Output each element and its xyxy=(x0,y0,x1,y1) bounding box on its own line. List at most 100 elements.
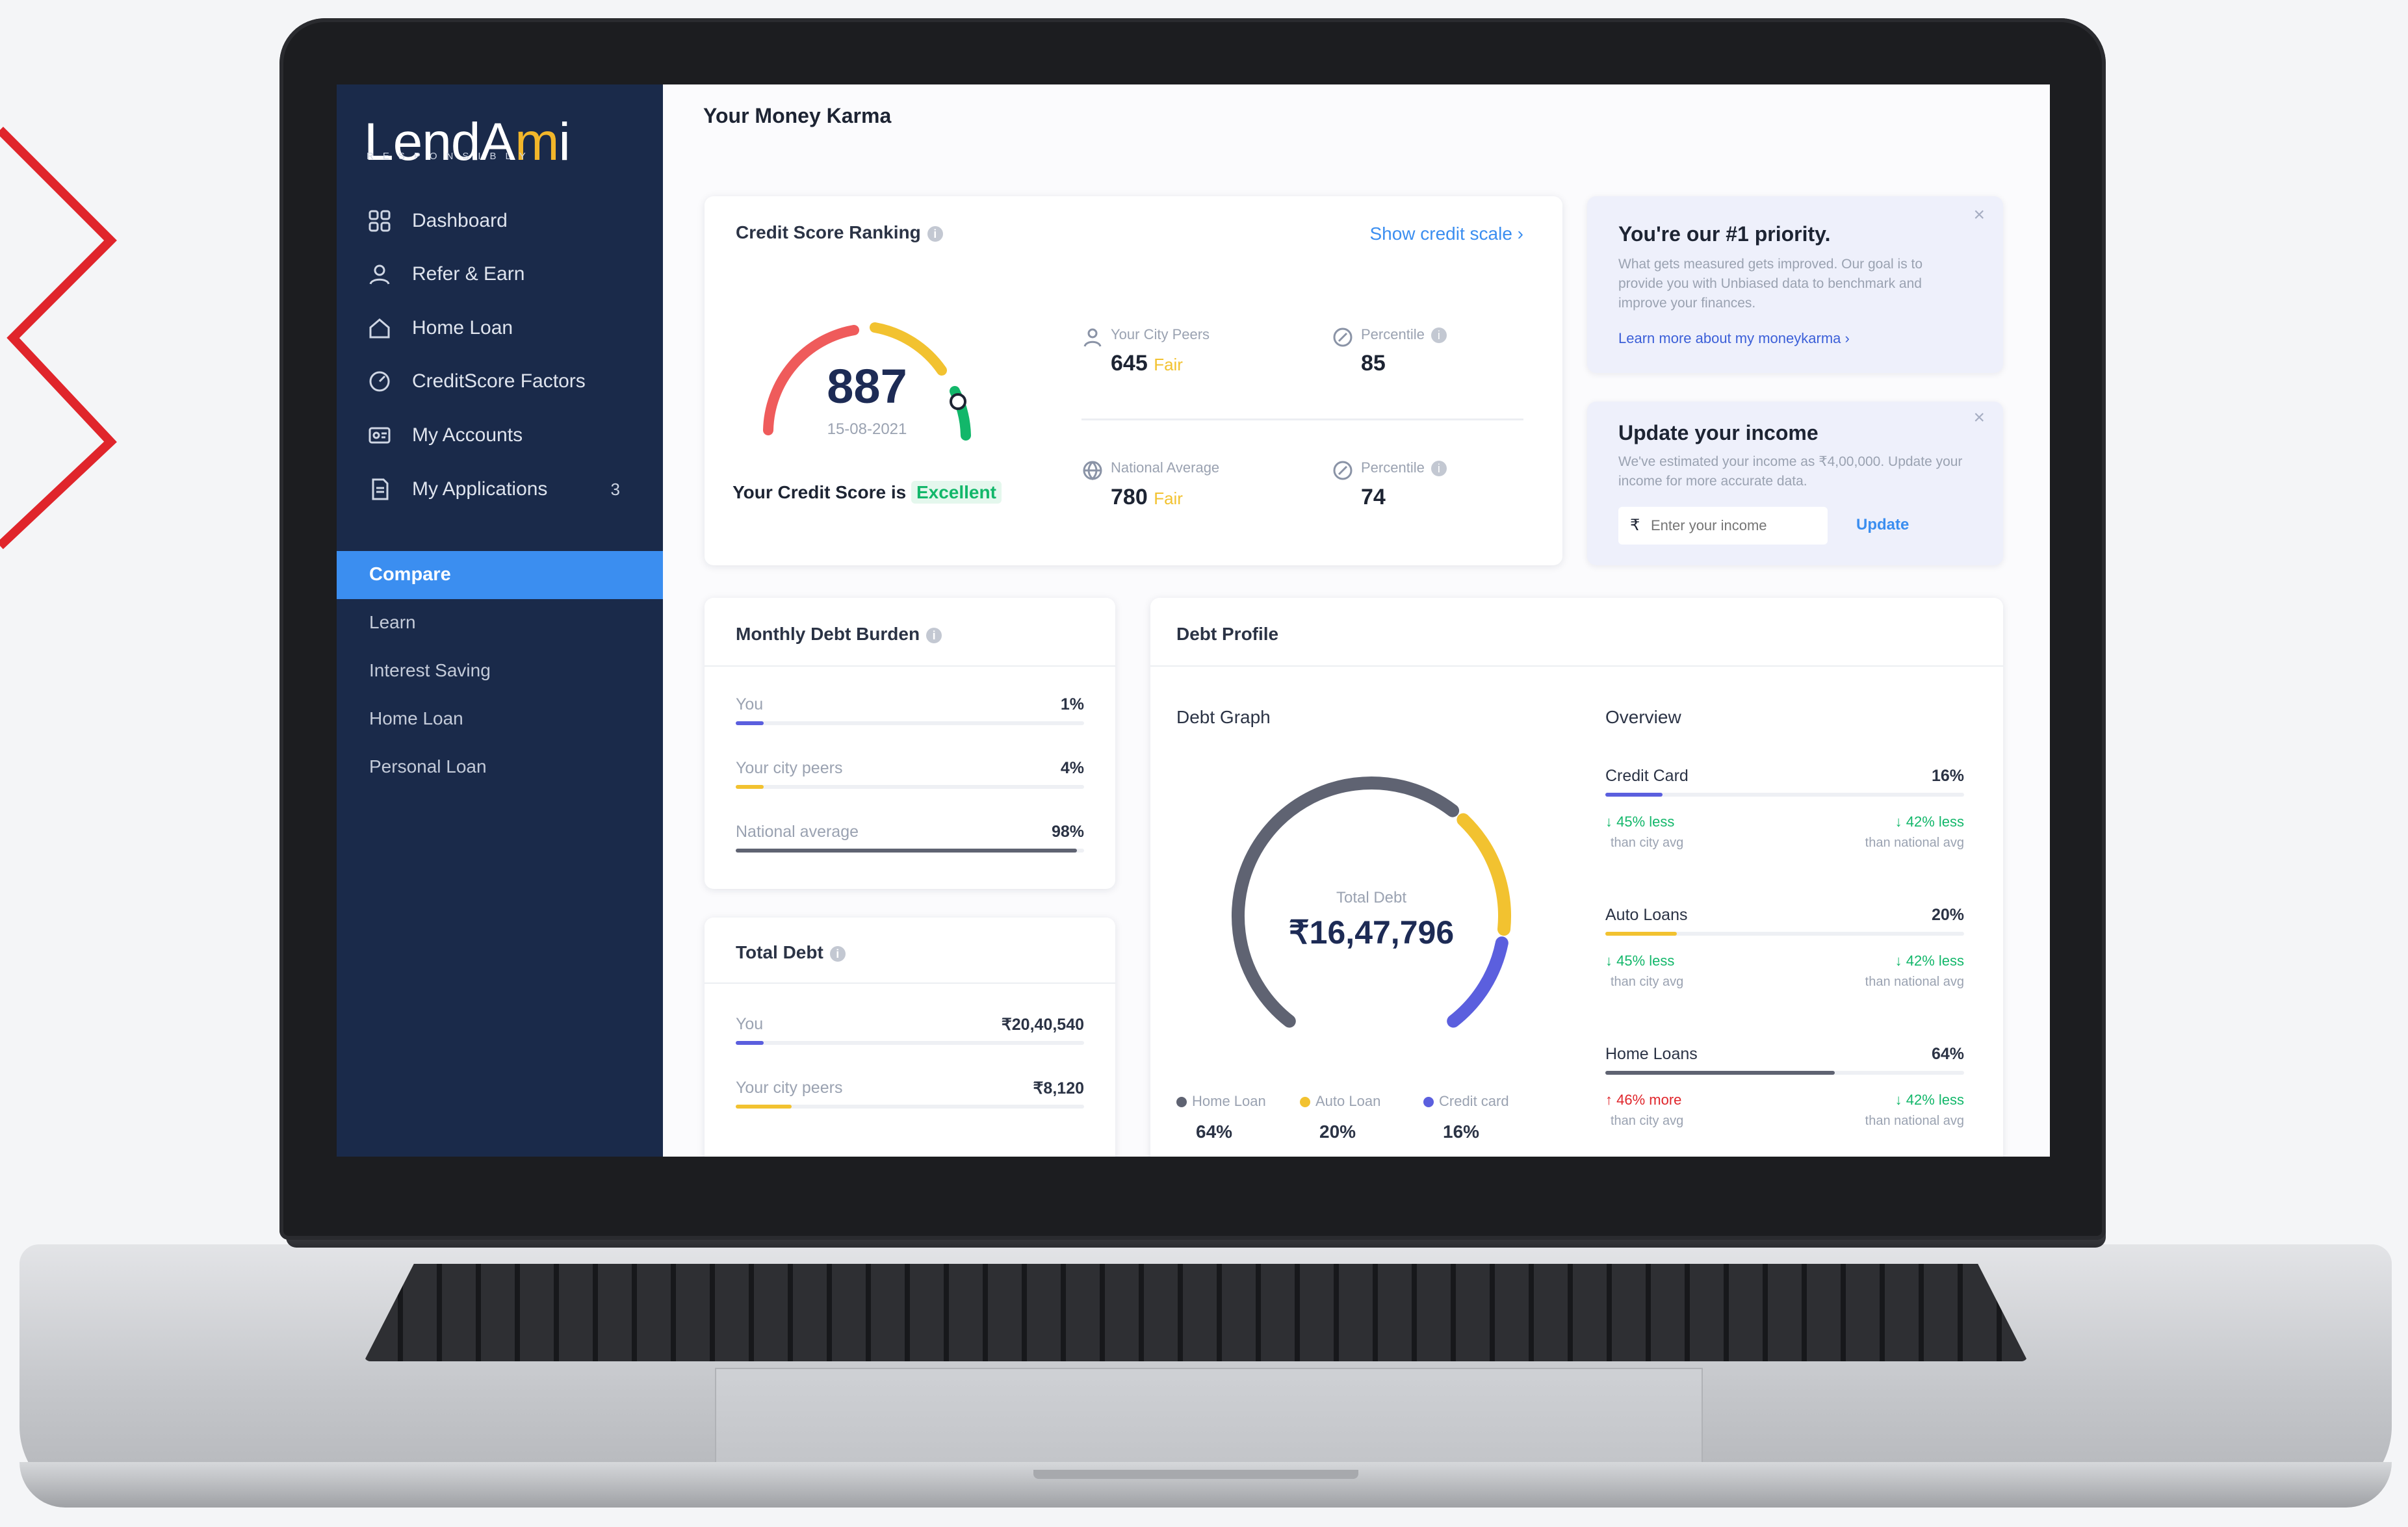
national-comparison-sub: than national avg xyxy=(1865,975,1964,989)
sidebar-item-refer[interactable]: Refer & Earn xyxy=(337,251,663,297)
national-percentile-label: Percentile i xyxy=(1361,459,1447,477)
debt-burden-label: National average xyxy=(736,823,859,841)
sidebar-subitem-learn[interactable]: Learn xyxy=(369,612,416,633)
debt-burden-value: 98% xyxy=(1051,823,1084,841)
info-icon[interactable]: i xyxy=(926,627,942,643)
overview-bar xyxy=(1605,932,1964,936)
legend-value: 20% xyxy=(1319,1122,1356,1142)
national-comparison: ↓ 42% less xyxy=(1895,1092,1964,1108)
logo[interactable]: LendAmi xyxy=(364,112,571,173)
percentile-icon xyxy=(1332,326,1354,352)
total-debt-row-value: ₹20,40,540 xyxy=(1001,1016,1084,1034)
arrow-down-icon: ↓ xyxy=(1895,814,1902,830)
debt-burden-bar xyxy=(736,849,1084,853)
debt-profile-card: Debt Profile Debt Graph Total Debt ₹16,4… xyxy=(1150,598,2003,1157)
overview-value: 20% xyxy=(1931,906,1964,924)
gauge-icon xyxy=(365,367,394,396)
debt-burden-bar xyxy=(736,785,1084,789)
priority-card: × You're our #1 priority. What gets meas… xyxy=(1587,196,2003,373)
debt-legend: Home Loan 64% Auto Loan 20% Credit card … xyxy=(1176,1093,1566,1157)
overview-label: Auto Loans xyxy=(1605,906,1688,924)
city-percentile-value: 85 xyxy=(1361,351,1386,376)
sidebar-item-label: CreditScore Factors xyxy=(412,370,586,392)
sidebar-subitem-personal-loan[interactable]: Personal Loan xyxy=(369,756,487,777)
total-debt-row-value: ₹8,120 xyxy=(1033,1079,1084,1097)
legend-dot xyxy=(1176,1097,1187,1108)
info-icon[interactable]: i xyxy=(1431,461,1447,477)
city-comparison-sub: than city avg xyxy=(1611,1114,1684,1128)
close-icon[interactable]: × xyxy=(1973,407,1985,429)
total-debt-bar xyxy=(736,1105,1084,1109)
total-debt-value: ₹16,47,796 xyxy=(1288,914,1455,951)
sidebar-item-my-accounts[interactable]: My Accounts xyxy=(337,413,663,458)
info-icon[interactable]: i xyxy=(927,225,943,242)
city-comparison: ↓ 45% less xyxy=(1605,953,1675,969)
priority-body: What gets measured gets improved. Our go… xyxy=(1618,257,1923,311)
credit-score-value: 887 xyxy=(827,359,907,413)
city-comparison: ↑ 46% more xyxy=(1605,1092,1682,1108)
main-content: Your Money Karma Credit Score Ranking i S… xyxy=(663,84,2050,1157)
monthly-debt-title: Monthly Debt Burden i xyxy=(736,624,942,645)
national-percentile-value: 74 xyxy=(1361,485,1386,509)
legend-item: Home Loan xyxy=(1176,1093,1266,1110)
chevron-right-icon: › xyxy=(1517,224,1523,244)
home-icon xyxy=(365,314,394,342)
overview-bar xyxy=(1605,793,1964,797)
national-comparison-sub: than national avg xyxy=(1865,836,1964,850)
monthly-debt-card: Monthly Debt Burden i You 1% Your city pe… xyxy=(705,598,1115,889)
decorative-zigzag xyxy=(0,127,117,550)
sidebar-item-compare[interactable]: Compare xyxy=(337,551,663,599)
info-icon[interactable]: i xyxy=(829,945,846,962)
debt-burden-value: 1% xyxy=(1060,695,1084,713)
legend-dot xyxy=(1300,1097,1310,1108)
city-comparison-sub: than city avg xyxy=(1611,836,1684,850)
sidebar-item-label: My Accounts xyxy=(412,424,523,446)
divider xyxy=(705,665,1115,667)
learn-more-link[interactable]: Learn more about my moneykarma › xyxy=(1618,330,1850,347)
applications-count: 3 xyxy=(610,479,620,499)
city-peers-score: 645 Fair xyxy=(1111,351,1183,376)
overview-bar-fill xyxy=(1605,793,1663,797)
laptop-keyboard xyxy=(364,1264,2028,1361)
sidebar-item-label: Dashboard xyxy=(412,210,508,231)
overview-label: Home Loans xyxy=(1605,1045,1698,1063)
city-comparison-sub: than city avg xyxy=(1611,975,1684,989)
credit-score-date: 15-08-2021 xyxy=(827,420,907,438)
legend-value: 64% xyxy=(1196,1122,1233,1142)
logo-tagline: RESPONSIBLY xyxy=(367,151,535,162)
national-comparison: ↓ 42% less xyxy=(1895,953,1964,969)
sidebar-item-my-applications[interactable]: My Applications 3 xyxy=(337,467,663,512)
show-credit-scale-link[interactable]: Show credit scale › xyxy=(1369,224,1523,244)
overview-bar xyxy=(1605,1071,1964,1075)
sidebar-subitem-home-loan[interactable]: Home Loan xyxy=(369,708,463,729)
compare-label: Compare xyxy=(369,564,451,585)
national-comparison: ↓ 42% less xyxy=(1895,814,1964,830)
debt-profile-title: Debt Profile xyxy=(1176,624,1279,644)
sidebar-item-dashboard[interactable]: Dashboard xyxy=(337,198,663,244)
overview-title: Overview xyxy=(1605,707,1681,727)
update-button[interactable]: Update xyxy=(1856,516,1909,534)
legend-value: 16% xyxy=(1443,1122,1480,1142)
debt-burden-label: You xyxy=(736,695,764,713)
sidebar-item-label: My Applications xyxy=(412,478,548,500)
chevron-right-icon: › xyxy=(1845,330,1850,346)
close-icon[interactable]: × xyxy=(1973,204,1985,226)
divider xyxy=(1150,665,2003,667)
income-input[interactable] xyxy=(1650,512,1821,539)
legend-item: Credit card xyxy=(1423,1093,1509,1110)
arc-credit-card xyxy=(1447,936,1508,1028)
national-average-label: National Average xyxy=(1111,459,1220,476)
page-title: Your Money Karma xyxy=(703,104,892,127)
income-title: Update your income xyxy=(1618,421,1819,444)
divider xyxy=(1081,418,1523,420)
info-icon[interactable]: i xyxy=(1431,327,1447,344)
sidebar-item-creditscore-factors[interactable]: CreditScore Factors xyxy=(337,359,663,404)
debt-burden-bar-fill xyxy=(736,785,764,789)
city-peers-label: Your City Peers xyxy=(1111,326,1210,342)
legend-dot xyxy=(1423,1097,1434,1108)
sidebar-item-home-loan[interactable]: Home Loan xyxy=(337,305,663,351)
currency-symbol: ₹ xyxy=(1630,517,1640,534)
national-comparison-sub: than national avg xyxy=(1865,1114,1964,1128)
city-percentile-label: Percentile i xyxy=(1361,326,1447,344)
sidebar-subitem-interest-saving[interactable]: Interest Saving xyxy=(369,660,491,681)
